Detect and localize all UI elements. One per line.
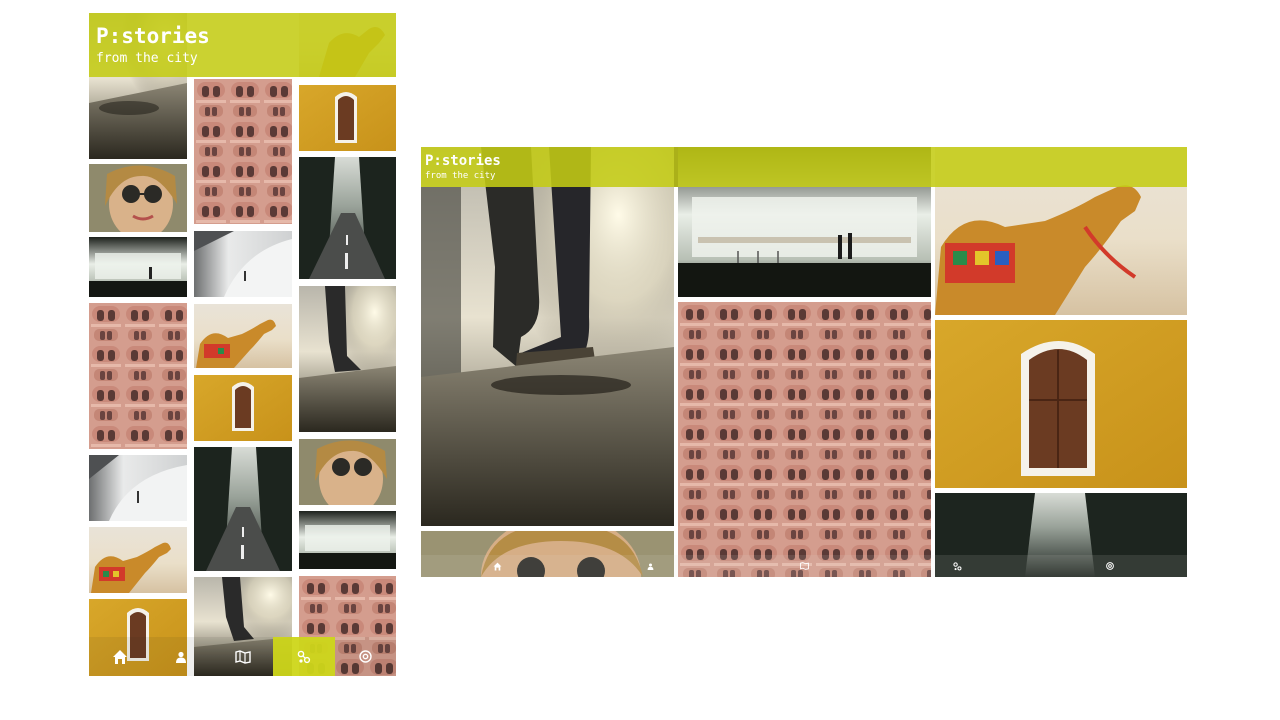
home-icon (493, 562, 502, 570)
woman-sunglasses-photo[interactable] (299, 439, 396, 505)
map-icon (799, 562, 809, 570)
pink-palace-facade-photo[interactable] (89, 303, 187, 449)
woman-sunglasses-photo[interactable] (89, 164, 187, 232)
nav-profile[interactable] (574, 555, 727, 577)
tablet-mockup: P:stories from the city (421, 147, 1187, 577)
white-architecture-photo[interactable] (194, 231, 292, 297)
app-subtitle: from the city (96, 51, 198, 66)
nav-share[interactable] (273, 637, 335, 676)
road-sneaker-photo[interactable] (421, 147, 674, 526)
phone-mockup: P:stories from the city (89, 13, 396, 676)
bottom-nav (89, 637, 396, 676)
yellow-wall-window-photo[interactable] (935, 320, 1187, 488)
pink-palace-facade-photo[interactable] (194, 79, 292, 224)
nav-contact[interactable] (1034, 555, 1187, 577)
white-architecture-photo[interactable] (89, 455, 187, 521)
nav-contact[interactable] (335, 637, 396, 676)
nav-share[interactable] (881, 555, 1034, 577)
apple-store-photo[interactable] (89, 237, 187, 297)
pink-palace-facade-photo[interactable] (678, 302, 931, 577)
app-header (421, 147, 1187, 187)
at-icon (359, 650, 372, 663)
nav-map[interactable] (212, 637, 273, 676)
nav-home[interactable] (421, 555, 574, 577)
at-icon (1106, 562, 1115, 570)
road-sneaker-photo[interactable] (299, 286, 396, 432)
share-icon (297, 650, 311, 663)
app-title: P:stories (96, 24, 210, 48)
yellow-wall-window-photo[interactable] (194, 375, 292, 441)
home-icon (112, 649, 127, 664)
person-icon (647, 563, 654, 570)
yellow-wall-window-photo[interactable] (299, 85, 396, 151)
nav-map[interactable] (727, 555, 880, 577)
header-divider (674, 147, 678, 187)
nav-home[interactable] (89, 637, 150, 676)
share-icon (953, 561, 962, 570)
nav-profile[interactable] (150, 637, 211, 676)
map-icon (234, 649, 251, 664)
bottom-nav (421, 555, 1187, 577)
person-icon (176, 651, 187, 663)
app-title: P:stories (425, 153, 501, 169)
app-subtitle: from the city (425, 171, 496, 181)
apple-store-photo[interactable] (299, 511, 396, 569)
forest-road-photo[interactable] (194, 447, 292, 571)
decorated-camel-photo[interactable] (194, 304, 292, 368)
decorated-camel-photo[interactable] (89, 527, 187, 593)
forest-road-photo[interactable] (299, 157, 396, 279)
